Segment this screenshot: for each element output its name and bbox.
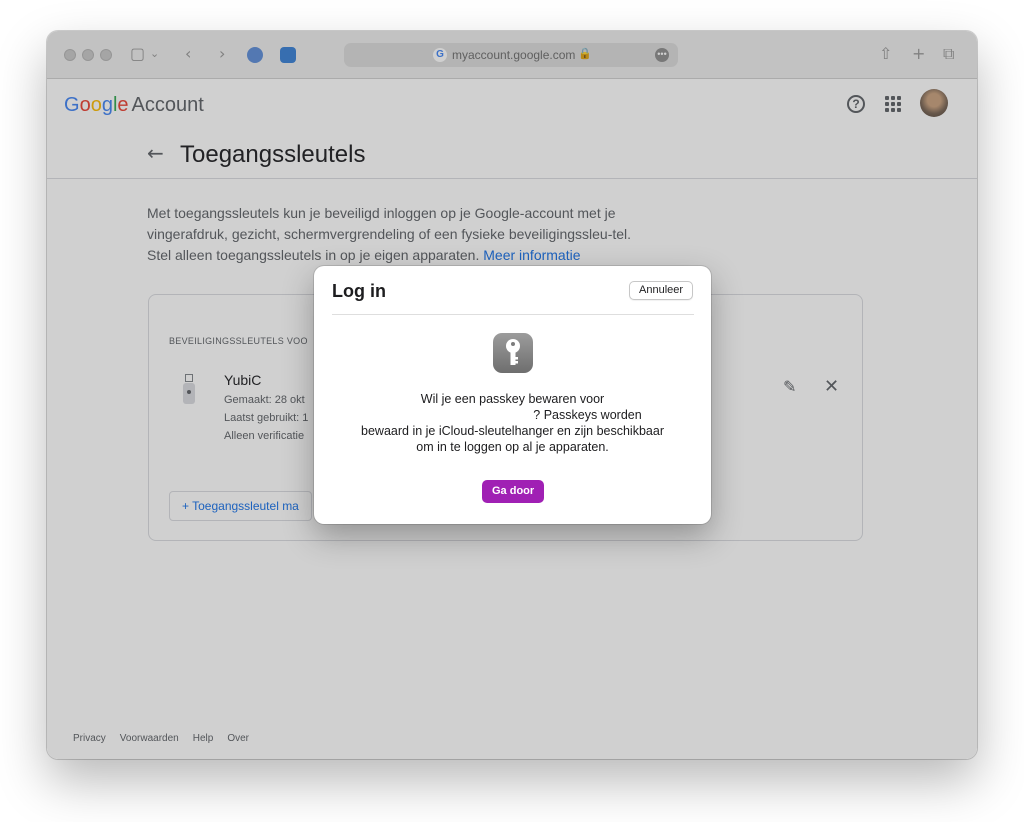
passkey-dialog: Log in Annuleer Wil je een passkey bewar… <box>314 266 711 524</box>
dialog-message-line-4: om in te loggen op al je apparaten. <box>416 440 609 454</box>
dialog-title: Log in <box>332 281 386 301</box>
continue-button[interactable]: Ga door <box>482 480 545 503</box>
key-icon <box>493 333 533 373</box>
dialog-message-line-2: ? Passkeys worden <box>533 408 642 422</box>
dialog-message-line-1: Wil je een passkey bewaren voor <box>420 392 605 406</box>
dialog-divider <box>332 314 694 315</box>
cancel-button[interactable]: Annuleer <box>629 281 694 300</box>
dialog-message-line-3: bewaard in je iCloud-sleutelhanger en zi… <box>361 424 664 438</box>
